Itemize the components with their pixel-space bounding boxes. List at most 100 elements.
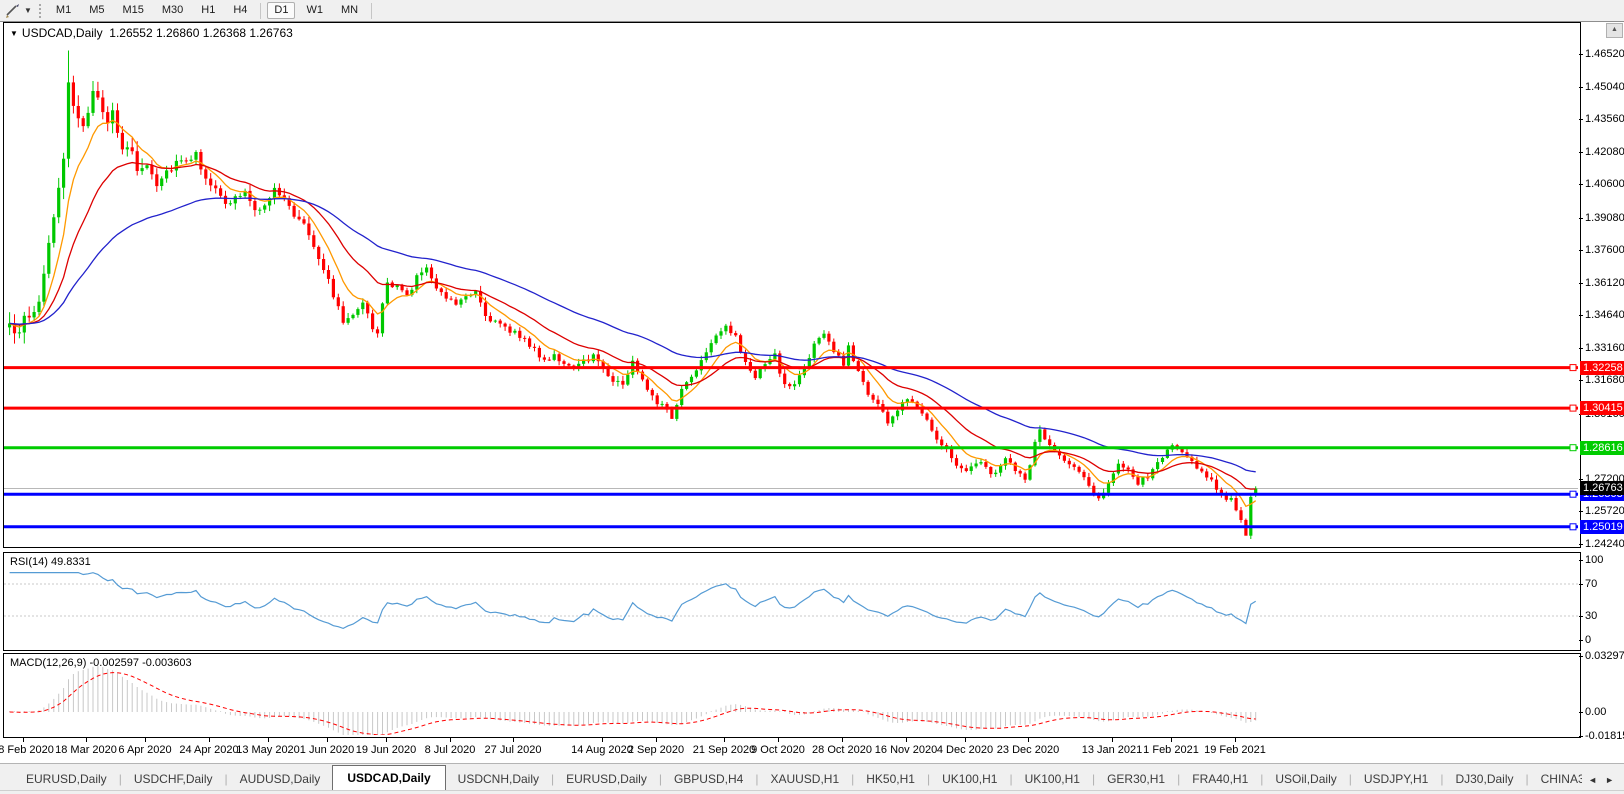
time-axis-tick [145,738,146,742]
crosshair-pencil-icon [6,4,19,18]
time-axis-tick [327,738,328,742]
chart-tab-bar: EURUSD,Daily | USDCHF,Daily | AUDUSD,Daily US… [0,763,1624,791]
chart-tab-usoil-daily[interactable]: USOil,Daily [1263,768,1348,791]
drawing-tool-button[interactable]: ▼ [2,2,35,20]
up-arrow-icon: ▲ [1611,26,1618,33]
axis-tick-label: 1.37600 [1585,244,1624,256]
time-axis[interactable]: 28 Feb 202018 Mar 20206 Apr 2020 24 Apr 2… [0,738,1624,762]
axis-tick-label: 1.31680 [1585,374,1624,386]
time-axis-label: 16 Nov 2020 [874,744,938,756]
axis-tick-label: 1.39080 [1585,212,1624,224]
chart-tab-usdjpy-h1[interactable]: USDJPY,H1 [1352,768,1440,791]
chart-ohlc-values: 1.26552 1.26860 1.26368 1.26763 [109,26,293,40]
time-axis-tick [450,738,451,742]
axis-tick-label: 1.27200 [1585,473,1624,485]
line-drag-handle [1569,490,1577,498]
axis-tick-label: 0 [1585,634,1592,646]
axis-tick-label: 100 [1585,554,1604,566]
tabs-scroll-right-button[interactable]: ► [1605,775,1614,785]
chart-tab-uk100-h1[interactable]: UK100,H1 [930,768,1009,791]
axis-tick-label: 1.42080 [1585,146,1624,158]
time-axis-label: 1 Jun 2020 [299,744,355,756]
chart-tab-fra40-h1[interactable]: FRA40,H1 [1180,768,1260,791]
toolbar-separator [371,2,373,19]
macd-signal-line [9,672,1256,735]
time-axis-tick [778,738,779,742]
chart-tabs: EURUSD,Daily | USDCHF,Daily | AUDUSD,Daily US… [0,764,1582,791]
time-axis-tick [965,738,966,742]
rsi-label: RSI(14) 49.8331 [10,556,91,568]
price-level-badge: 1.30415 [1580,401,1624,415]
line-drag-handle [1569,364,1577,372]
tab-scroll-buttons: ◄ ► [1582,775,1624,791]
time-axis-label: 28 Feb 2020 [0,744,54,756]
price-chart-pane[interactable]: ▼ USDCAD,Daily 1.26552 1.26860 1.26368 1.… [3,22,1581,548]
timeframe-buttons: M1 M5 M15 M30 H1 H4 D1 W1 MN [47,0,376,21]
chart-tab-usdcnh-daily[interactable]: USDCNH,Daily [446,768,551,791]
chart-tab-hk50-h1[interactable]: HK50,H1 [854,768,927,791]
chart-tab-xauusd-h1[interactable]: XAUUSD,H1 [758,768,851,791]
timeframe-button-h4[interactable]: H4 [226,2,254,19]
chart-tab-eurusd-daily[interactable]: EURUSD,Daily [554,768,659,791]
tabs-scroll-left-button[interactable]: ◄ [1588,775,1597,785]
line-drag-handle [1569,444,1577,452]
axis-tick-label: 1.33160 [1585,342,1624,354]
macd-label: MACD(12,26,9) -0.002597 -0.003603 [10,657,192,669]
time-axis-tick [602,738,603,742]
price-level-badge: 1.28616 [1580,441,1624,455]
time-axis-label: 28 Oct 2020 [812,744,872,756]
time-axis-tick [23,738,24,742]
chart-tab-uk100-h1[interactable]: UK100,H1 [1013,768,1092,791]
timeframe-button-w1[interactable]: W1 [299,2,330,19]
chart-tab-usdcad-daily[interactable]: USDCAD,Daily [332,765,446,791]
chart-tab-usdchf-daily[interactable]: USDCHF,Daily [122,768,225,791]
status-bar [0,790,1624,794]
time-axis-tick [1028,738,1029,742]
timeframe-button-m15[interactable]: M15 [115,2,150,19]
timeframe-button-m5[interactable]: M5 [82,2,111,19]
time-axis-tick [386,738,387,742]
timeframe-button-m30[interactable]: M30 [155,2,190,19]
time-axis-tick [513,738,514,742]
macd-pane[interactable]: MACD(12,26,9) -0.002597 -0.003603 [3,653,1581,738]
time-axis-label: 4 Dec 2020 [936,744,994,756]
top-toolbar: ▼ M1 M5 M15 M30 H1 H4 D1 W1 MN [0,0,1624,22]
axis-tick-label: 1.40600 [1585,178,1624,190]
chart-tab-ger30-h1[interactable]: GER30,H1 [1095,768,1177,791]
chart-tab-gbpusd-h4[interactable]: GBPUSD,H4 [662,768,755,791]
axis-tick-label: 1.34640 [1585,309,1624,321]
collapse-arrow-icon[interactable]: ▼ [10,29,18,38]
time-axis-tick [1171,738,1172,742]
axis-scroll-up-button[interactable]: ▲ [1606,23,1623,38]
moving-average-line [9,161,1256,490]
time-axis-label: 19 Jun 2020 [355,744,417,756]
time-axis-label: 6 Apr 2020 [118,744,172,756]
rsi-pane[interactable]: RSI(14) 49.8331 [3,552,1581,651]
current-price-badge: 1.26763 [1580,481,1624,495]
timeframe-button-d1[interactable]: D1 [267,2,296,19]
rsi-line [9,572,1257,630]
time-axis-tick [268,738,269,742]
axis-tick-label: 70 [1585,578,1598,590]
time-axis-tick [1235,738,1236,742]
time-axis-tick [906,738,907,742]
timeframe-button-m1[interactable]: M1 [49,2,78,19]
line-drag-handle [1569,523,1577,531]
time-axis-label: 1 Feb 2021 [1143,744,1199,756]
chart-tab-dj30-daily[interactable]: DJ30,Daily [1443,768,1525,791]
price-level-badge: 1.32258 [1580,361,1624,375]
moving-average-line [9,197,1256,473]
time-axis-label: 27 Jul 2020 [484,744,542,756]
dropdown-arrow-icon[interactable]: ▼ [24,6,32,15]
candlestick-chart[interactable] [4,23,1578,545]
time-axis-label: 24 Apr 2020 [179,744,239,756]
axis-tick-label: 30 [1585,610,1598,622]
chart-tab-eurusd-daily[interactable]: EURUSD,Daily [14,768,119,791]
timeframe-button-h1[interactable]: H1 [194,2,222,19]
time-axis-tick [842,738,843,742]
chart-tab-china300-h1[interactable]: CHINA300,H1 [1529,768,1583,791]
time-axis-tick [724,738,725,742]
axis-tick-label: 0.00 [1585,706,1607,718]
timeframe-button-mn[interactable]: MN [334,2,365,19]
chart-tab-audusd-daily[interactable]: AUDUSD,Daily [228,768,333,791]
